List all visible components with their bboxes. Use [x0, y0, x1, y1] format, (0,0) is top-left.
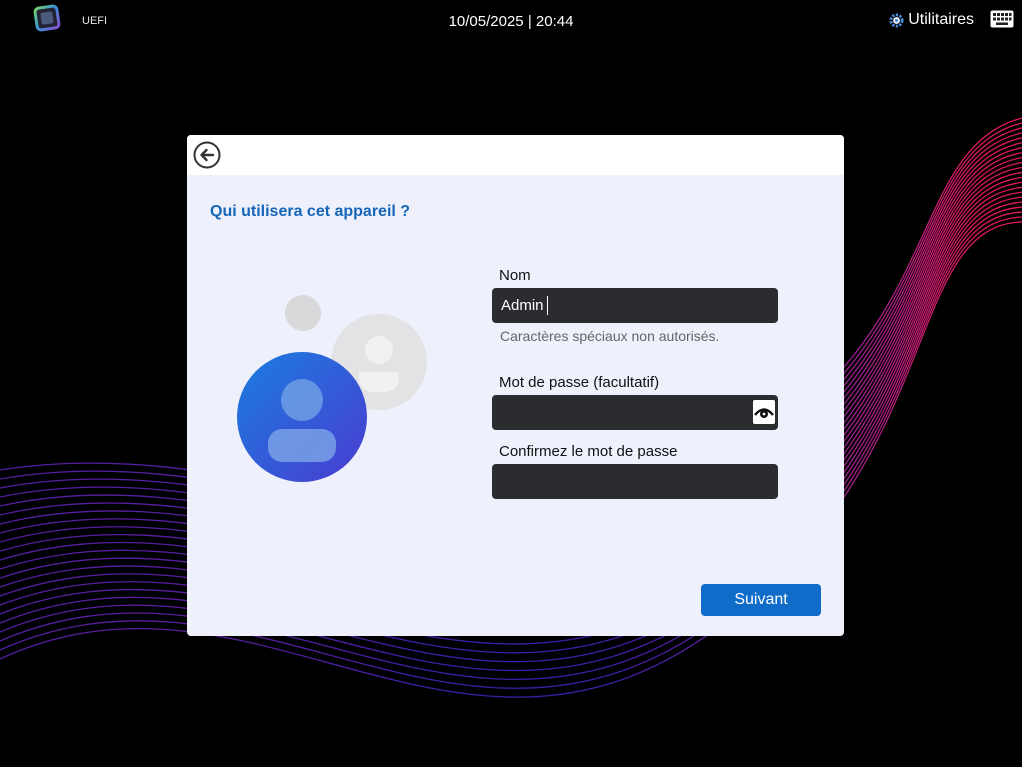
- confirm-password-field: [492, 464, 778, 499]
- setup-dialog: Qui utilisera cet appareil ? Nom Caractè…: [187, 135, 844, 636]
- name-label: Nom: [499, 267, 531, 284]
- top-bar: UEFI 10/05/2025 | 20:44 Utilitaires: [0, 0, 1022, 44]
- name-hint: Caractères spéciaux non autorisés.: [500, 328, 720, 344]
- utilities-label: Utilitaires: [908, 11, 974, 28]
- screen: UEFI 10/05/2025 | 20:44 Utilitaires Qui …: [0, 0, 1022, 767]
- user-avatar-illustration: [237, 295, 427, 482]
- confirm-password-label: Confirmez le mot de passe: [499, 443, 678, 460]
- confirm-password-input[interactable]: [492, 464, 778, 499]
- text-caret: [547, 296, 548, 315]
- eye-icon[interactable]: [753, 400, 775, 424]
- datetime-display: 10/05/2025 | 20:44: [448, 13, 574, 30]
- utilities-button[interactable]: Utilitaires: [889, 11, 974, 29]
- dialog-title: Qui utilisera cet appareil ?: [210, 203, 411, 220]
- name-input[interactable]: [492, 288, 778, 323]
- keyboard-icon[interactable]: [990, 10, 1014, 28]
- next-button[interactable]: Suivant: [701, 584, 821, 616]
- name-field: [492, 288, 778, 323]
- gear-icon: [889, 12, 904, 28]
- dialog-header: [187, 135, 844, 175]
- password-field: [492, 395, 778, 430]
- app-logo-icon: [33, 4, 61, 32]
- password-input[interactable]: [492, 395, 778, 430]
- firmware-label: UEFI: [82, 15, 108, 27]
- password-label: Mot de passe (facultatif): [499, 374, 660, 391]
- back-arrow-icon[interactable]: [193, 141, 221, 169]
